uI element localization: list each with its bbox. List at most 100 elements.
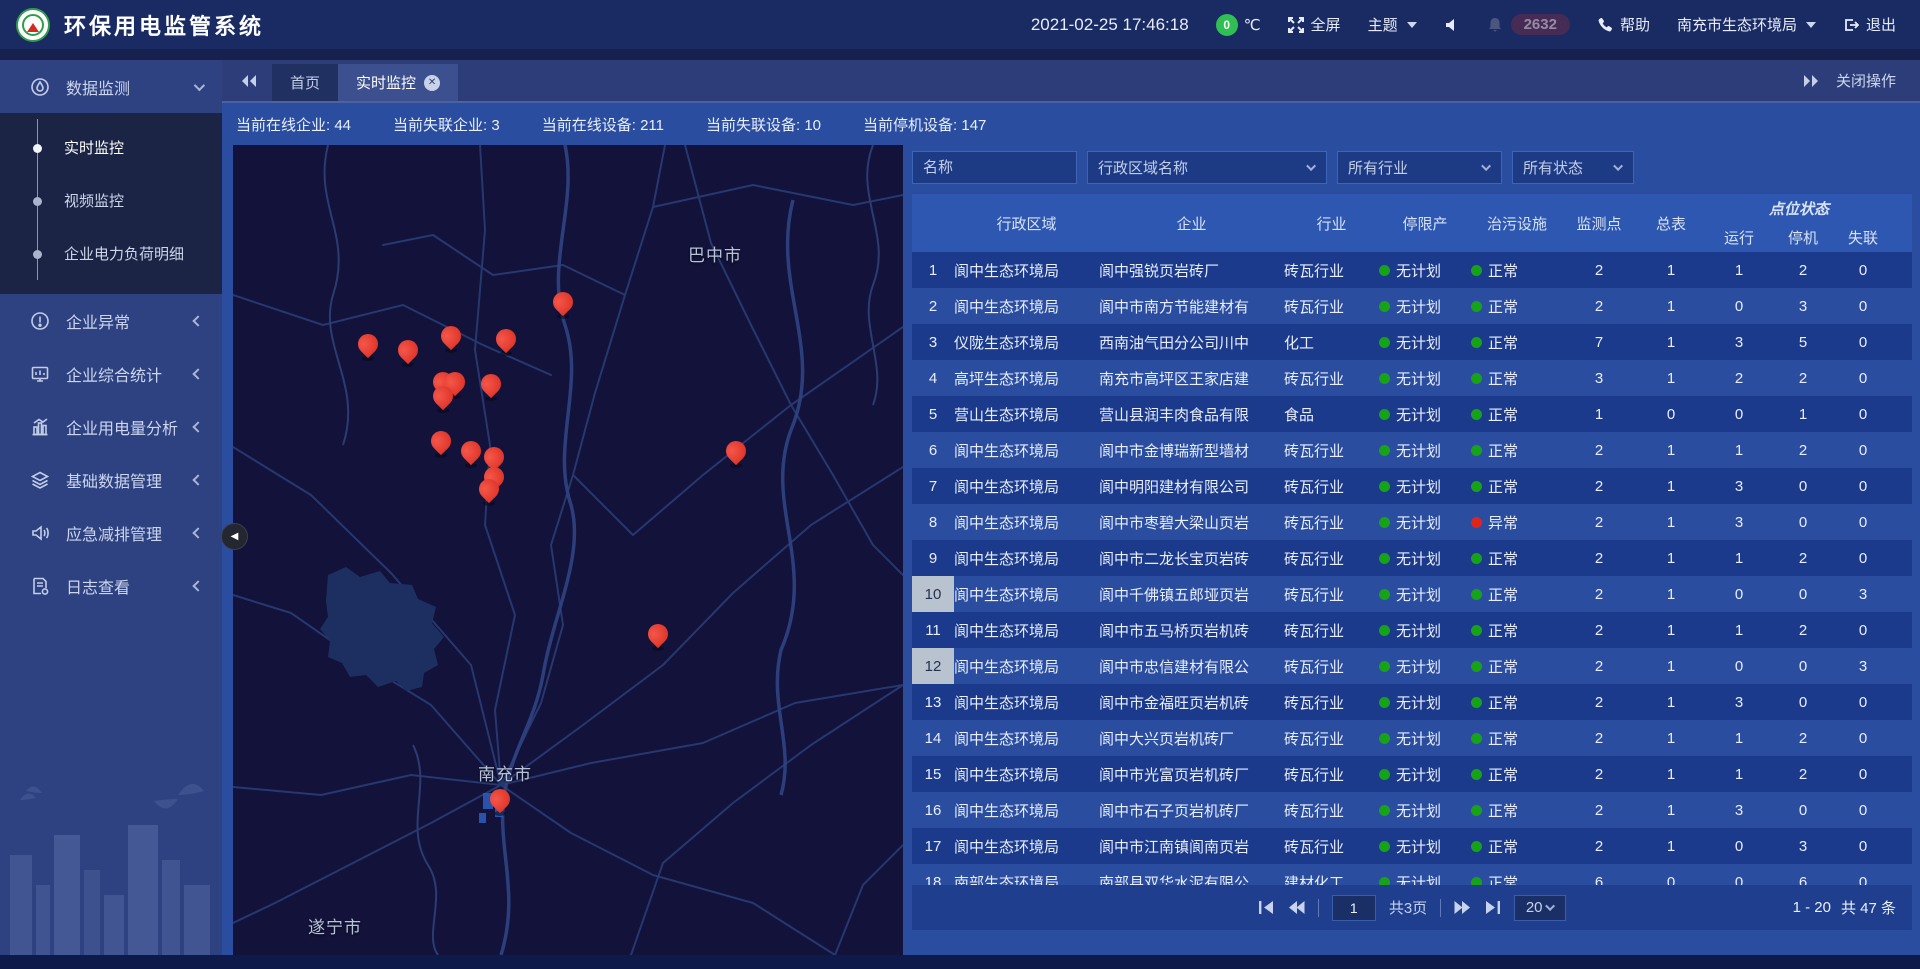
- sidebar-item-enterprise-stats[interactable]: 企业综合统计: [0, 347, 222, 400]
- sidebar-item-base-data[interactable]: 基础数据管理: [0, 453, 222, 506]
- row-monitor-points: 2: [1563, 684, 1635, 720]
- close-operations-dropdown[interactable]: 关闭操作: [1836, 70, 1896, 91]
- sidebar-item-data-monitoring[interactable]: 数据监测: [0, 60, 222, 113]
- status-dot-icon: [1471, 265, 1482, 276]
- table-row[interactable]: 8阆中生态环境局阆中市枣碧大梁山页岩砖瓦行业无计划异常21300: [912, 504, 1912, 540]
- row-total-meter: 1: [1635, 540, 1707, 576]
- row-total-meter: 1: [1635, 468, 1707, 504]
- map-collapse-button[interactable]: ◀: [221, 523, 248, 550]
- row-region: 阆中生态环境局: [954, 432, 1099, 468]
- sidebar-item-emergency-reduction[interactable]: 应急减排管理: [0, 506, 222, 559]
- table-row[interactable]: 12阆中生态环境局阆中市忠信建材有限公砖瓦行业无计划正常21003: [912, 648, 1912, 684]
- theme-dropdown[interactable]: 主题: [1368, 14, 1417, 35]
- exit-button[interactable]: 退出: [1843, 14, 1896, 35]
- status-bar: 当前在线企业: 44 当前失联企业: 3 当前在线设备: 211 当前失联设备:…: [222, 103, 1920, 145]
- status-dot-icon: [1471, 589, 1482, 600]
- table-row[interactable]: 17阆中生态环境局阆中市江南镇阆南页岩砖瓦行业无计划正常21030: [912, 828, 1912, 864]
- row-halt-count: 0: [1771, 504, 1835, 540]
- name-filter-input[interactable]: [923, 159, 1066, 176]
- region-filter-select[interactable]: 行政区域名称: [1087, 151, 1327, 184]
- chevron-left-icon: [192, 580, 203, 591]
- sidebar-item-electricity-analysis[interactable]: 企业用电量分析: [0, 400, 222, 453]
- row-offline-count: 0: [1835, 468, 1891, 504]
- industry-filter-select[interactable]: 所有行业: [1337, 151, 1502, 184]
- row-offline-count: 0: [1835, 288, 1891, 324]
- row-halt-count: 2: [1771, 756, 1835, 792]
- sidebar-item-video-monitor[interactable]: 视频监控: [0, 174, 222, 227]
- help-button[interactable]: 帮助: [1597, 14, 1650, 35]
- header-company: 企业: [1099, 194, 1284, 252]
- page-size-select[interactable]: 20: [1514, 895, 1566, 921]
- row-offline-count: 0: [1835, 432, 1891, 468]
- table-row[interactable]: 3仪陇生态环境局西南油气田分公司川中化工无计划正常71350: [912, 324, 1912, 360]
- sidebar-item-enterprise-abnormal[interactable]: 企业异常: [0, 294, 222, 347]
- table-row[interactable]: 4高坪生态环境局南充市高坪区王家店建砖瓦行业无计划正常31220: [912, 360, 1912, 396]
- status-dot-icon: [1379, 661, 1390, 672]
- next-page-button[interactable]: [1454, 900, 1471, 915]
- row-run-count: 2: [1707, 360, 1771, 396]
- row-pollution-facility: 正常: [1471, 576, 1563, 612]
- table-row[interactable]: 2阆中生态环境局阆中市南方节能建材有砖瓦行业无计划正常21030: [912, 288, 1912, 324]
- row-run-count: 0: [1707, 576, 1771, 612]
- row-seq: 17: [912, 828, 954, 864]
- row-monitor-points: 2: [1563, 288, 1635, 324]
- chart-icon: [30, 417, 50, 437]
- tab-realtime-monitor[interactable]: 实时监控 ✕: [338, 64, 458, 101]
- notification-button[interactable]: 2632: [1487, 14, 1570, 35]
- chevron-left-icon: [192, 474, 203, 485]
- table-row[interactable]: 7阆中生态环境局阆中明阳建材有限公司砖瓦行业无计划正常21300: [912, 468, 1912, 504]
- first-page-button[interactable]: [1258, 900, 1275, 915]
- row-halt-count: 0: [1771, 792, 1835, 828]
- status-dot-icon: [1379, 517, 1390, 528]
- table-row[interactable]: 15阆中生态环境局阆中市光富页岩机砖厂砖瓦行业无计划正常21120: [912, 756, 1912, 792]
- notification-count-badge: 2632: [1511, 14, 1570, 35]
- log-icon: [30, 576, 50, 596]
- tab-home[interactable]: 首页: [272, 64, 338, 101]
- temperature-unit: ℃: [1244, 16, 1261, 34]
- table-row[interactable]: 18南部生态环境局南部县双华水泥有限公建材化工无计划正常60060: [912, 864, 1912, 885]
- header-halt: 停机: [1771, 222, 1835, 252]
- header-stop-production: 停限产: [1379, 194, 1471, 252]
- sidebar-item-realtime-monitor[interactable]: 实时监控: [0, 121, 222, 174]
- name-filter-field[interactable]: [912, 151, 1077, 184]
- table-row[interactable]: 5营山生态环境局营山县润丰肉食品有限食品无计划正常10010: [912, 396, 1912, 432]
- tabs-scroll-right-button[interactable]: [1802, 73, 1820, 89]
- table-row[interactable]: 16阆中生态环境局阆中市石子页岩机砖厂砖瓦行业无计划正常21300: [912, 792, 1912, 828]
- user-dropdown[interactable]: 南充市生态环境局: [1677, 14, 1816, 35]
- row-monitor-points: 2: [1563, 252, 1635, 288]
- table-row[interactable]: 14阆中生态环境局阆中大兴页岩机砖厂砖瓦行业无计划正常21120: [912, 720, 1912, 756]
- table-row[interactable]: 10阆中生态环境局阆中千佛镇五郎垭页岩砖瓦行业无计划正常21003: [912, 576, 1912, 612]
- status-dot-icon: [1471, 517, 1482, 528]
- row-run-count: 3: [1707, 684, 1771, 720]
- user-label: 南充市生态环境局: [1677, 14, 1797, 35]
- gauge-icon: [30, 77, 50, 97]
- last-page-button[interactable]: [1484, 900, 1501, 915]
- status-filter-select[interactable]: 所有状态: [1512, 151, 1634, 184]
- close-icon[interactable]: ✕: [424, 75, 440, 91]
- theme-label: 主题: [1368, 14, 1398, 35]
- table-row[interactable]: 11阆中生态环境局阆中市五马桥页岩机砖砖瓦行业无计划正常21120: [912, 612, 1912, 648]
- sidebar-item-log-view[interactable]: 日志查看: [0, 559, 222, 612]
- page-number-input[interactable]: [1332, 895, 1376, 921]
- tab-bar: 首页 实时监控 ✕ 关闭操作: [222, 60, 1920, 103]
- table-row[interactable]: 9阆中生态环境局阆中市二龙长宝页岩砖砖瓦行业无计划正常21120: [912, 540, 1912, 576]
- row-region: 阆中生态环境局: [954, 540, 1099, 576]
- table-row[interactable]: 1阆中生态环境局阆中强锐页岩砖厂砖瓦行业无计划正常21120: [912, 252, 1912, 288]
- row-stop-production: 无计划: [1379, 396, 1471, 432]
- prev-page-button[interactable]: [1288, 900, 1305, 915]
- map-city-label: 巴中市: [688, 241, 742, 266]
- tabs-scroll-left-button[interactable]: [240, 73, 258, 89]
- row-offline-count: 3: [1835, 576, 1891, 612]
- logout-icon: [1843, 17, 1859, 33]
- table-row[interactable]: 6阆中生态环境局阆中市金博瑞新型墙材砖瓦行业无计划正常21120: [912, 432, 1912, 468]
- row-run-count: 0: [1707, 864, 1771, 885]
- row-monitor-points: 2: [1563, 540, 1635, 576]
- filter-bar: 行政区域名称 所有行业 所有状态: [912, 151, 1634, 184]
- map-panel[interactable]: 巴中市南充市遂宁市 ◀: [233, 145, 903, 955]
- fullscreen-button[interactable]: 全屏: [1288, 14, 1341, 35]
- row-pollution-facility: 正常: [1471, 468, 1563, 504]
- row-industry: 砖瓦行业: [1284, 540, 1379, 576]
- mute-button[interactable]: [1444, 17, 1460, 33]
- table-row[interactable]: 13阆中生态环境局阆中市金福旺页岩机砖砖瓦行业无计划正常21300: [912, 684, 1912, 720]
- sidebar-item-power-load-detail[interactable]: 企业电力负荷明细: [0, 227, 222, 280]
